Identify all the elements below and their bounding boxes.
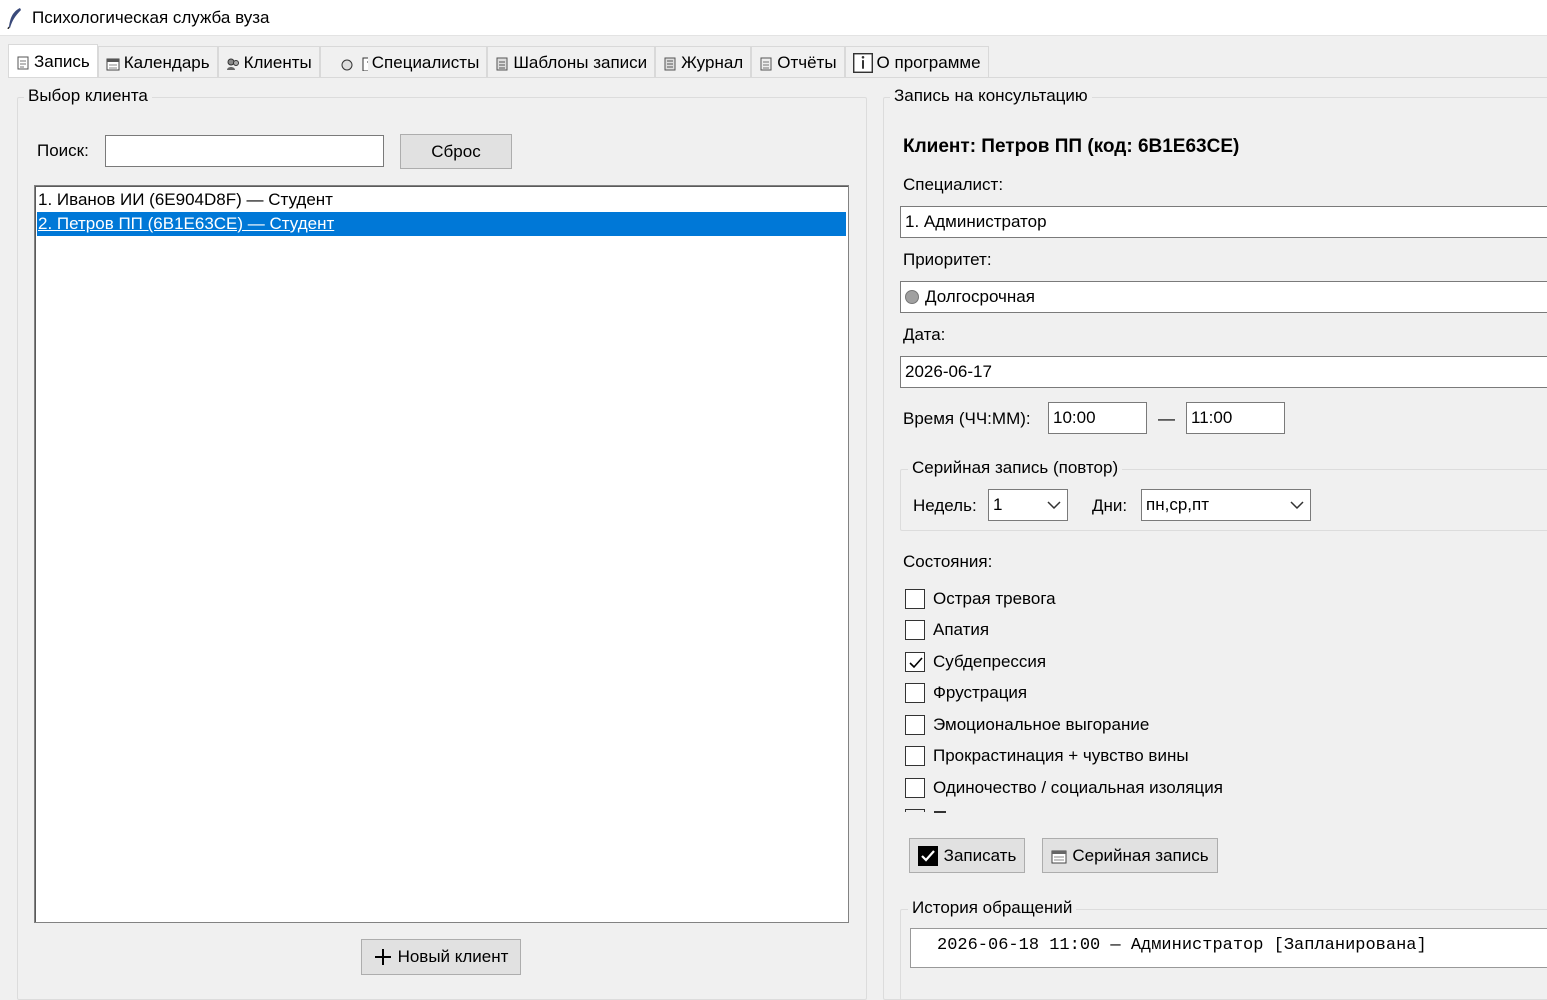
tab-label: Календарь: [123, 52, 210, 72]
check-icon: [909, 657, 923, 669]
journal-icon: [663, 56, 681, 70]
weeks-label: Недель:: [913, 496, 977, 515]
reset-button-label: Сброс: [431, 141, 481, 161]
series-booking-label: Серийная запись: [1072, 845, 1209, 865]
report-icon: [759, 56, 777, 70]
new-client-button[interactable]: Новый клиент: [361, 939, 521, 975]
specialist-icon: [328, 56, 372, 71]
state-checkbox-row[interactable]: Острая тревога: [905, 587, 1056, 611]
tab-label: Отчёты: [777, 52, 837, 72]
checkmark-icon: [917, 845, 938, 866]
state-checkbox-row[interactable]: Одиночество / социальная изоляция: [905, 776, 1223, 800]
note-icon: [16, 55, 34, 69]
tab-3[interactable]: Клиенты: [217, 46, 320, 78]
state-checkbox-row[interactable]: Фрустрация: [905, 681, 1027, 705]
history-entry: 2026-06-18 11:00 — Администратор [Заплан…: [937, 936, 1427, 955]
list-item[interactable]: 1. Иванов ИИ (6E904D8F) — Студент: [37, 188, 846, 212]
plus-icon: [374, 949, 391, 965]
chevron-down-icon: [1290, 501, 1304, 510]
clients-icon: [226, 56, 244, 70]
submit-button[interactable]: Записать: [909, 838, 1025, 873]
priority-dot-icon: [905, 290, 919, 304]
time-from-field[interactable]: 10:00: [1048, 402, 1147, 434]
priority-value: Долгосрочная: [925, 287, 1035, 306]
tab-label: Журнал: [681, 52, 744, 72]
state-label: Эмоциональное выгорание: [933, 715, 1150, 734]
client-list[interactable]: 1. Иванов ИИ (6E904D8F) — Студент 2. Петр…: [34, 185, 849, 923]
priority-field[interactable]: Долгосрочная: [900, 281, 1547, 313]
tab-4[interactable]: Специалисты: [319, 46, 488, 78]
state-checkbox-row[interactable]: Апатия: [905, 618, 989, 642]
state-label: Прокрастинация + чувство вины: [933, 746, 1189, 765]
checkbox[interactable]: [905, 652, 925, 672]
weeks-value: 1: [993, 495, 1003, 514]
tab-strip: Запись Календарь Клиенты Специалисты Шаблоны…: [8, 44, 989, 78]
template-icon: [495, 56, 513, 70]
tab-label: Запись: [34, 51, 90, 71]
client-select-title: Выбор клиента: [24, 86, 152, 106]
tab-label: Шаблоны записи: [513, 52, 648, 72]
calendar-icon: [1051, 850, 1067, 863]
state-label: Фрустрация: [933, 683, 1028, 702]
tab-7[interactable]: Отчёты: [751, 46, 845, 78]
calendar-icon: [106, 56, 124, 70]
checkbox[interactable]: [905, 620, 925, 640]
search-label: Поиск:: [37, 141, 89, 160]
states-label: Состояния:: [903, 552, 993, 571]
search-input[interactable]: [105, 135, 384, 167]
series-booking-button[interactable]: Серийная запись: [1042, 838, 1218, 873]
tab-8[interactable]: О программе: [844, 46, 989, 78]
chevron-down-icon: [1047, 501, 1061, 510]
weeks-select[interactable]: 1: [988, 489, 1068, 521]
title-bar: Психологическая служба вуза: [0, 0, 1547, 36]
state-label: Острая тревога: [933, 589, 1056, 608]
checkbox[interactable]: [905, 715, 925, 735]
state-label: Апатия: [933, 620, 990, 639]
state-label: Субдепрессия: [933, 652, 1047, 671]
tab-label: О программе: [876, 52, 981, 72]
days-value: пн,ср,пт: [1146, 495, 1209, 514]
booking-title: Запись на консультацию: [890, 86, 1092, 106]
history-list[interactable]: 2026-06-18 11:00 — Администратор [Заплан…: [910, 928, 1547, 968]
tab-2[interactable]: Календарь: [97, 46, 218, 78]
time-to-field[interactable]: 11:00: [1186, 402, 1285, 434]
client-heading: Клиент: Петров ПП (код: 6B1E63CE): [903, 136, 1240, 157]
time-dash: —: [1158, 409, 1175, 428]
state-label: Одиночество / социальная изоляция: [933, 778, 1223, 797]
tab-label: Специалисты: [371, 52, 480, 72]
tab-label: Клиенты: [243, 52, 312, 72]
priority-label: Приоритет:: [903, 250, 992, 269]
checkbox[interactable]: [905, 778, 925, 798]
tab-1[interactable]: Запись: [8, 44, 98, 78]
new-client-label: Новый клиент: [397, 947, 509, 966]
history-title: История обращений: [908, 898, 1077, 918]
submit-button-label: Записать: [943, 845, 1017, 865]
checkbox[interactable]: [905, 683, 925, 703]
days-select[interactable]: пн,ср,пт: [1141, 489, 1311, 521]
state-checkbox-row[interactable]: Эмоциональное выгорание: [905, 713, 1149, 737]
reset-button[interactable]: Сброс: [400, 134, 512, 169]
specialist-field[interactable]: 1. Администратор: [900, 206, 1547, 238]
specialist-label: Специалист:: [903, 175, 1004, 194]
checkbox[interactable]: [905, 589, 925, 609]
clipped-checkbox: [905, 809, 925, 812]
state-checkbox-row[interactable]: Субдепрессия: [905, 650, 1046, 674]
state-checkbox-row[interactable]: Прокрастинация + чувство вины: [905, 744, 1189, 768]
checkbox[interactable]: [905, 746, 925, 766]
feather-icon: [7, 7, 21, 29]
date-label: Дата:: [903, 325, 946, 344]
time-label: Время (ЧЧ:ММ):: [903, 409, 1031, 428]
tab-5[interactable]: Шаблоны записи: [487, 46, 656, 78]
list-item[interactable]: 2. Петров ПП (6B1E63CE) — Студент: [37, 212, 846, 236]
date-field[interactable]: 2026-06-17: [900, 356, 1547, 388]
clipped-checkbox-label: [934, 811, 946, 813]
window-title: Психологическая служба вуза: [32, 7, 270, 27]
tab-6[interactable]: Журнал: [655, 46, 752, 78]
info-icon: [852, 52, 877, 73]
series-title: Серийная запись (повтор): [908, 458, 1123, 478]
days-label: Дни:: [1092, 496, 1128, 515]
